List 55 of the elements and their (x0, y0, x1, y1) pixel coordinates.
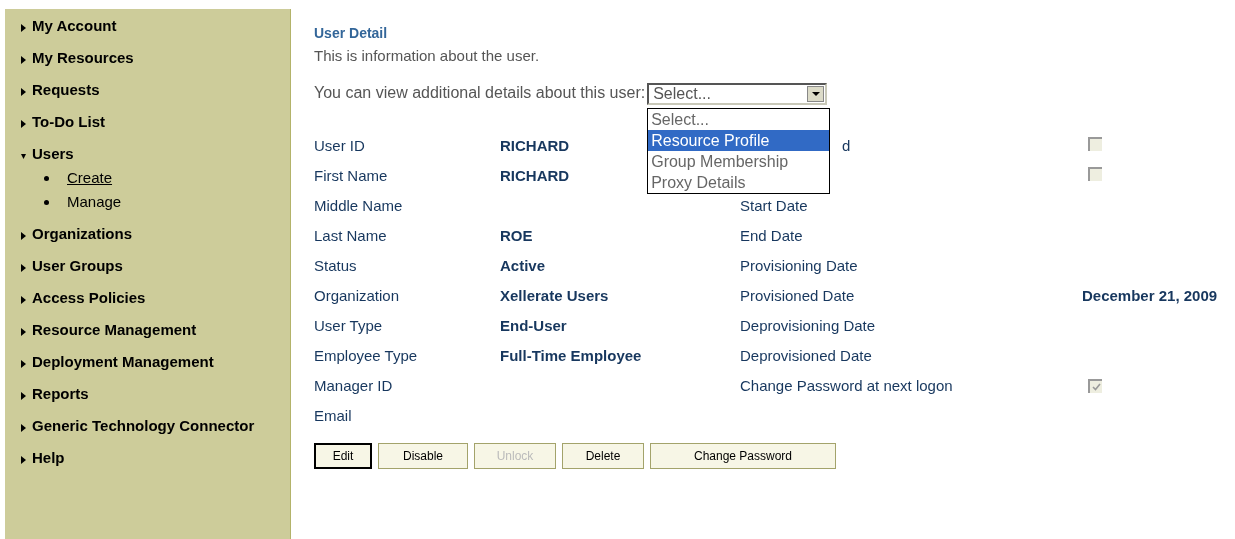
sidebar-item[interactable]: My Resources (32, 46, 134, 70)
field-label: First Name (314, 167, 388, 185)
sidebar-item[interactable]: Deployment Management (32, 350, 214, 374)
dropdown-option[interactable]: Select... (648, 108, 830, 130)
field-value: Xellerate Users (500, 287, 609, 305)
action-button[interactable]: Disable (378, 442, 468, 469)
field-label: Manager ID (314, 377, 393, 395)
field-label: Organization (314, 287, 400, 305)
sidebar-item[interactable]: Access Policies (32, 286, 146, 310)
action-button[interactable]: Delete (562, 442, 644, 469)
field-label: Status (314, 257, 357, 275)
action-button[interactable]: Change Password (650, 442, 836, 469)
field-label: Last Name (314, 227, 387, 245)
sidebar-item[interactable]: Help (32, 446, 65, 470)
prompt-text: You can view additional details about this user: (314, 82, 646, 103)
submenu-item[interactable]: Manage (67, 190, 122, 214)
field-label: User Type (314, 317, 383, 335)
field-value: RICHARD (500, 137, 570, 155)
sidebar-item[interactable]: Users (32, 142, 74, 166)
bullet-icon (44, 199, 49, 205)
field-label: Deprovisioning Date (740, 317, 876, 335)
field-value: ROE (500, 227, 533, 245)
dropdown-option[interactable]: Proxy Details (648, 171, 830, 193)
field-label: Deprovisioned Date (740, 347, 872, 365)
field-label: Provisioned Date (740, 287, 855, 305)
field-value: Active (500, 257, 546, 275)
field-label: Email (314, 407, 352, 425)
sidebar-item[interactable]: To-Do List (32, 110, 106, 134)
field-label: Middle Name (314, 197, 403, 215)
description-text: This is information about the user. (314, 46, 541, 66)
sidebar-item[interactable]: Generic Technology Connector (32, 414, 255, 438)
field-value: Full-Time Employee (500, 347, 642, 365)
field-value: December 21, 2009 (1082, 287, 1218, 305)
sidebar-item[interactable]: Organizations (32, 222, 132, 246)
sidebar-item[interactable]: User Groups (32, 254, 123, 278)
field-label: Provisioning Date (740, 257, 858, 275)
field-label: d (842, 137, 851, 155)
dropdown-option[interactable]: Resource Profile (648, 129, 830, 151)
section-title: User Detail (314, 24, 389, 43)
bullet-icon (44, 175, 49, 181)
sidebar-item[interactable]: My Account (32, 14, 117, 38)
submenu-item[interactable]: Create (67, 166, 113, 190)
field-label: End Date (740, 227, 803, 245)
dropdown-option[interactable]: Group Membership (648, 150, 830, 172)
sidebar-item[interactable]: Requests (32, 78, 100, 102)
field-value: End-User (500, 317, 567, 335)
action-button[interactable]: Edit (314, 442, 372, 469)
field-label: Change Password at next logon (740, 377, 953, 395)
field-label: Employee Type (314, 347, 418, 365)
field-label: Start Date (740, 197, 808, 215)
field-label: User ID (314, 137, 365, 155)
select-dropdown[interactable]: Select... (647, 82, 828, 105)
field-value: RICHARD (500, 167, 570, 185)
sidebar-item[interactable]: Resource Management (32, 318, 197, 342)
sidebar-item[interactable]: Reports (32, 382, 89, 406)
